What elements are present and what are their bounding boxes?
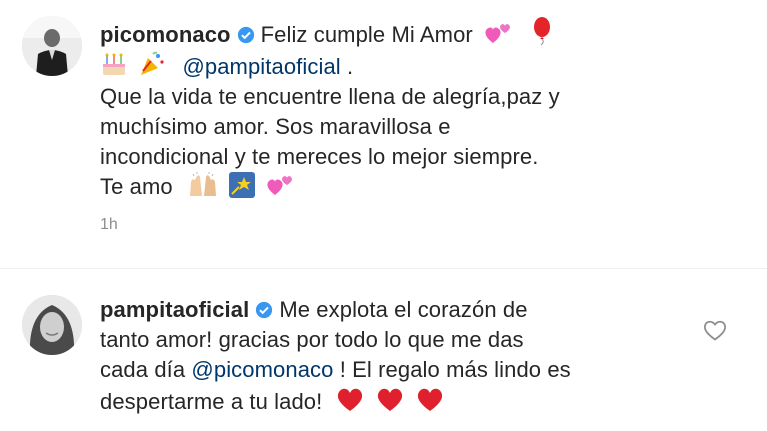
comment-body: picomonaco Feliz cumple Mi Amor @pampitao… — [100, 16, 740, 202]
comment-text-line: incondicional y te mereces lo mejor siem… — [100, 144, 539, 169]
comment-text-line: tanto amor! gracias por todo lo que me d… — [100, 327, 524, 352]
avatar[interactable] — [22, 295, 82, 355]
balloon-emoji — [534, 17, 551, 46]
verified-badge-icon — [237, 26, 254, 44]
shooting-star-emoji — [229, 172, 256, 198]
mention-link[interactable]: @pampitaoficial — [182, 54, 340, 79]
red-heart-emoji — [417, 388, 443, 411]
birthday-cake-emoji — [103, 53, 125, 75]
like-comment-button[interactable] — [702, 318, 728, 342]
heart-like-icon — [704, 320, 726, 341]
party-popper-emoji — [141, 51, 164, 75]
comment-text-line: Feliz cumple Mi Amor — [260, 22, 473, 47]
comment-text-line: cada día — [100, 357, 192, 382]
comment-body: pampitaoficial Me explota el corazón de t… — [100, 295, 700, 417]
comment-text-suffix: ! El regalo más lindo es — [333, 357, 571, 382]
comment-timestamp[interactable]: 1h — [100, 216, 118, 234]
avatar[interactable] — [22, 16, 82, 76]
comment-text-line: Te amo — [100, 174, 173, 199]
comment-text-line: despertarme a tu lado! — [100, 389, 323, 414]
avatar-picomonaco-image — [22, 16, 82, 76]
avatar-pampitaoficial-image — [22, 295, 82, 355]
mention-link[interactable]: @picomonaco — [191, 357, 333, 382]
comment-text-line: Que la vida te encuentre llena de alegrí… — [100, 84, 560, 109]
comment-text-line: muchísimo amor. Sos maravillosa e — [100, 114, 451, 139]
verified-badge-icon — [256, 301, 273, 319]
red-heart-emoji — [337, 388, 362, 411]
comment-text-suffix: . — [340, 54, 354, 79]
comment-divider — [0, 268, 767, 269]
red-heart-emoji — [377, 388, 402, 411]
comment-text-line: Me explota el corazón de — [279, 297, 528, 322]
comment-username[interactable]: picomonaco — [100, 22, 231, 47]
comment-username[interactable]: pampitaoficial — [100, 297, 249, 322]
two-hearts-emoji — [267, 176, 293, 195]
two-hearts-emoji — [485, 24, 511, 43]
raising-hands-emoji — [189, 172, 216, 196]
